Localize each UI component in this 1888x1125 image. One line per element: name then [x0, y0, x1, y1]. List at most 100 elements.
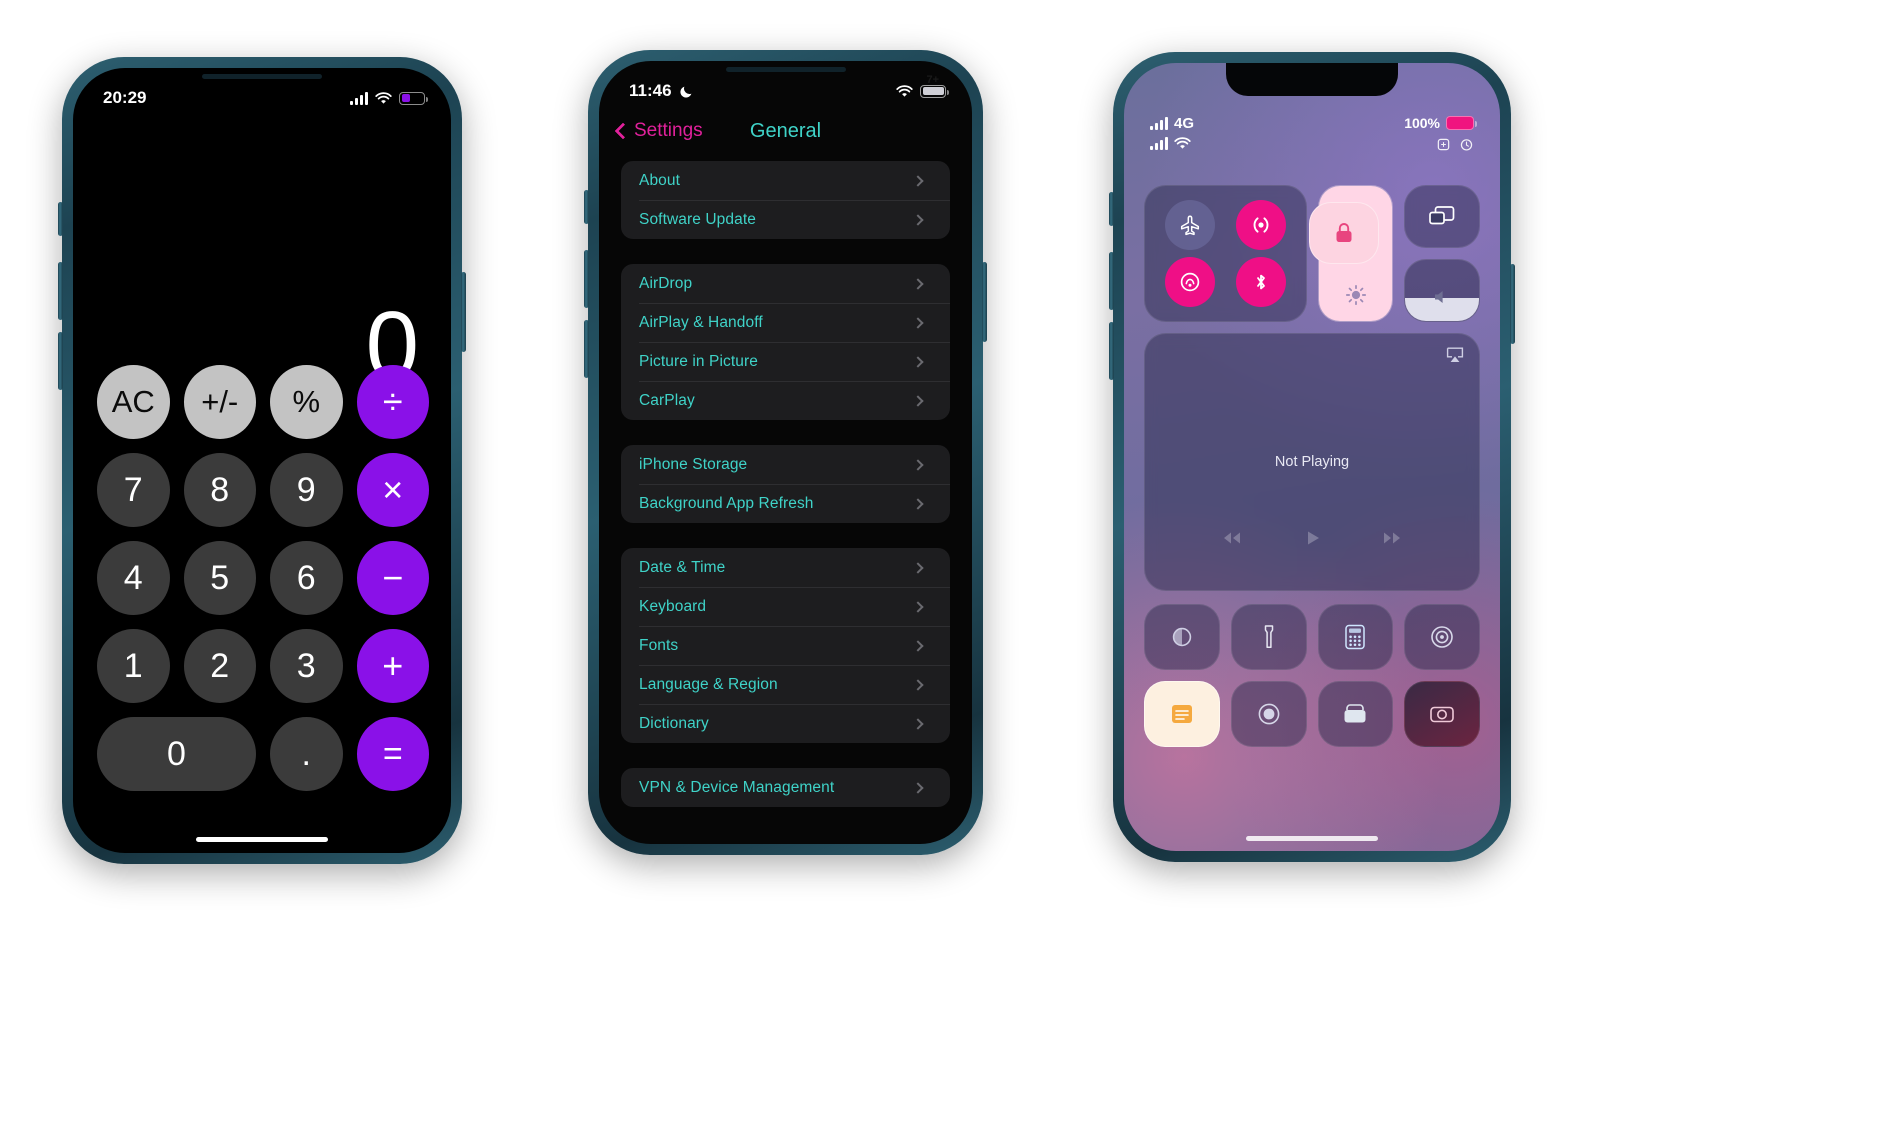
key-seven[interactable]: 7: [97, 453, 170, 527]
volume-up-button-2[interactable]: [584, 250, 589, 308]
settings-row-carplay[interactable]: CarPlay: [621, 381, 950, 420]
key-add[interactable]: +: [356, 629, 429, 703]
mute-switch[interactable]: [58, 202, 63, 236]
notch: [1226, 63, 1398, 96]
control-center-screen: 4G 100% Not Playing: [1124, 63, 1500, 851]
back-button[interactable]: Settings: [614, 120, 703, 142]
calculator-shortcut[interactable]: [1317, 604, 1394, 670]
settings-row-keyboard[interactable]: Keyboard: [621, 587, 950, 626]
home-indicator-3[interactable]: [1246, 836, 1378, 841]
volume-up-button[interactable]: [58, 262, 63, 320]
chevron-right-icon: [912, 458, 924, 471]
rotation-lock-icon: [1331, 219, 1357, 247]
mute-switch-2[interactable]: [584, 190, 589, 224]
focus-moon-shortcut[interactable]: [1144, 604, 1220, 670]
key-nine[interactable]: 9: [270, 453, 343, 527]
row-label: About: [639, 171, 681, 189]
chevron-right-icon: [912, 600, 924, 613]
flashlight-shortcut[interactable]: [1230, 604, 1307, 670]
settings-row-airplay-handoff[interactable]: AirPlay & Handoff: [621, 303, 950, 342]
volume-down-button-2[interactable]: [584, 320, 589, 378]
mute-switch-3[interactable]: [1109, 192, 1114, 226]
bluetooth-toggle[interactable]: [1235, 257, 1286, 308]
status-time: 20:29: [103, 88, 147, 107]
settings-screen: 11:46 7+ Settings General About Software…: [599, 61, 972, 844]
settings-row-airdrop[interactable]: AirDrop: [621, 264, 950, 303]
screen-record-shortcut[interactable]: [1230, 681, 1307, 747]
key-eight[interactable]: 8: [183, 453, 256, 527]
secondary-signal-icon: [1150, 137, 1168, 150]
media-controls: [1145, 528, 1479, 548]
settings-row-background-app-refresh[interactable]: Background App Refresh: [621, 484, 950, 523]
screen-mirroring-tile[interactable]: [1404, 185, 1480, 248]
key-all-clear[interactable]: AC: [97, 365, 170, 439]
key-four[interactable]: 4: [97, 541, 170, 615]
phone-settings: 11:46 7+ Settings General About Software…: [584, 50, 987, 855]
key-three[interactable]: 3: [270, 629, 343, 703]
key-equals[interactable]: =: [356, 717, 429, 791]
power-button[interactable]: [461, 272, 466, 352]
cellular-data-toggle[interactable]: [1235, 199, 1286, 250]
wallet-shortcut[interactable]: [1317, 681, 1394, 747]
notes-shortcut[interactable]: [1144, 681, 1220, 747]
airplay-icon[interactable]: [1445, 346, 1465, 364]
volume-slider[interactable]: [1404, 259, 1480, 322]
row-label: CarPlay: [639, 391, 695, 409]
cellular-signal-icon-3: [1150, 117, 1168, 130]
settings-row-dictionary[interactable]: Dictionary: [621, 704, 950, 743]
media-player-tile[interactable]: Not Playing: [1144, 333, 1480, 591]
connectivity-tile: [1144, 185, 1307, 322]
settings-row-iphone-storage[interactable]: iPhone Storage: [621, 445, 950, 484]
power-button-2[interactable]: [982, 262, 987, 342]
key-divide[interactable]: ÷: [356, 365, 429, 439]
home-indicator[interactable]: [196, 837, 328, 842]
settings-row-date-time[interactable]: Date & Time: [621, 548, 950, 587]
key-decimal[interactable]: .: [270, 717, 343, 791]
airdrop-toggle[interactable]: [1165, 257, 1216, 308]
rotation-lock-tile[interactable]: [1309, 202, 1379, 264]
settings-row-language-region[interactable]: Language & Region: [621, 665, 950, 704]
calculator-keypad: AC +/- % ÷ 7 8 9 × 4 5 6 − 1 2 3 + 0 . =: [97, 365, 429, 791]
power-button-3[interactable]: [1510, 264, 1515, 344]
key-zero[interactable]: 0: [97, 717, 256, 791]
back-label: Settings: [634, 120, 703, 141]
chevron-right-icon: [912, 678, 924, 691]
row-label: Language & Region: [639, 675, 778, 693]
settings-nav-bar: Settings General: [599, 108, 972, 154]
timer-shortcut[interactable]: [1404, 604, 1480, 670]
key-six[interactable]: 6: [270, 541, 343, 615]
key-two[interactable]: 2: [183, 629, 256, 703]
forward-button[interactable]: [1381, 529, 1403, 547]
settings-row-fonts[interactable]: Fonts: [621, 626, 950, 665]
wifi-icon: [375, 91, 392, 105]
key-multiply[interactable]: ×: [356, 453, 429, 527]
settings-group-5: VPN & Device Management: [621, 768, 950, 807]
chevron-right-icon: [912, 394, 924, 407]
play-button[interactable]: [1302, 528, 1322, 548]
settings-row-vpn-device-management[interactable]: VPN & Device Management: [621, 768, 950, 807]
chevron-right-icon: [912, 174, 924, 187]
network-type-label: 4G: [1174, 115, 1195, 132]
settings-list[interactable]: About Software Update AirDrop AirPlay &: [599, 161, 972, 844]
screenshot-stage: 20:29 0 AC +/- % ÷ 7 8 9 × 4 5 6 − 1 2 3…: [0, 0, 1888, 1125]
volume-down-button-3[interactable]: [1109, 322, 1114, 380]
settings-row-picture-in-picture[interactable]: Picture in Picture: [621, 342, 950, 381]
settings-row-software-update[interactable]: Software Update: [621, 200, 950, 239]
settings-row-about[interactable]: About: [621, 161, 950, 200]
volume-up-button-3[interactable]: [1109, 252, 1114, 310]
cellular-data-icon: [1249, 213, 1273, 237]
airplane-mode-toggle[interactable]: [1165, 199, 1216, 250]
key-sign-toggle[interactable]: +/-: [183, 365, 256, 439]
do-not-disturb-icon: [679, 84, 693, 98]
key-percent[interactable]: %: [270, 365, 343, 439]
wifi-icon-2: [896, 84, 913, 98]
rewind-button[interactable]: [1221, 529, 1243, 547]
volume-down-button[interactable]: [58, 332, 63, 390]
camera-shortcut[interactable]: [1404, 681, 1480, 747]
row-label: Dictionary: [639, 714, 709, 732]
key-subtract[interactable]: −: [356, 541, 429, 615]
key-one[interactable]: 1: [97, 629, 170, 703]
row-label: Background App Refresh: [639, 494, 814, 512]
chevron-right-icon: [912, 316, 924, 329]
key-five[interactable]: 5: [183, 541, 256, 615]
